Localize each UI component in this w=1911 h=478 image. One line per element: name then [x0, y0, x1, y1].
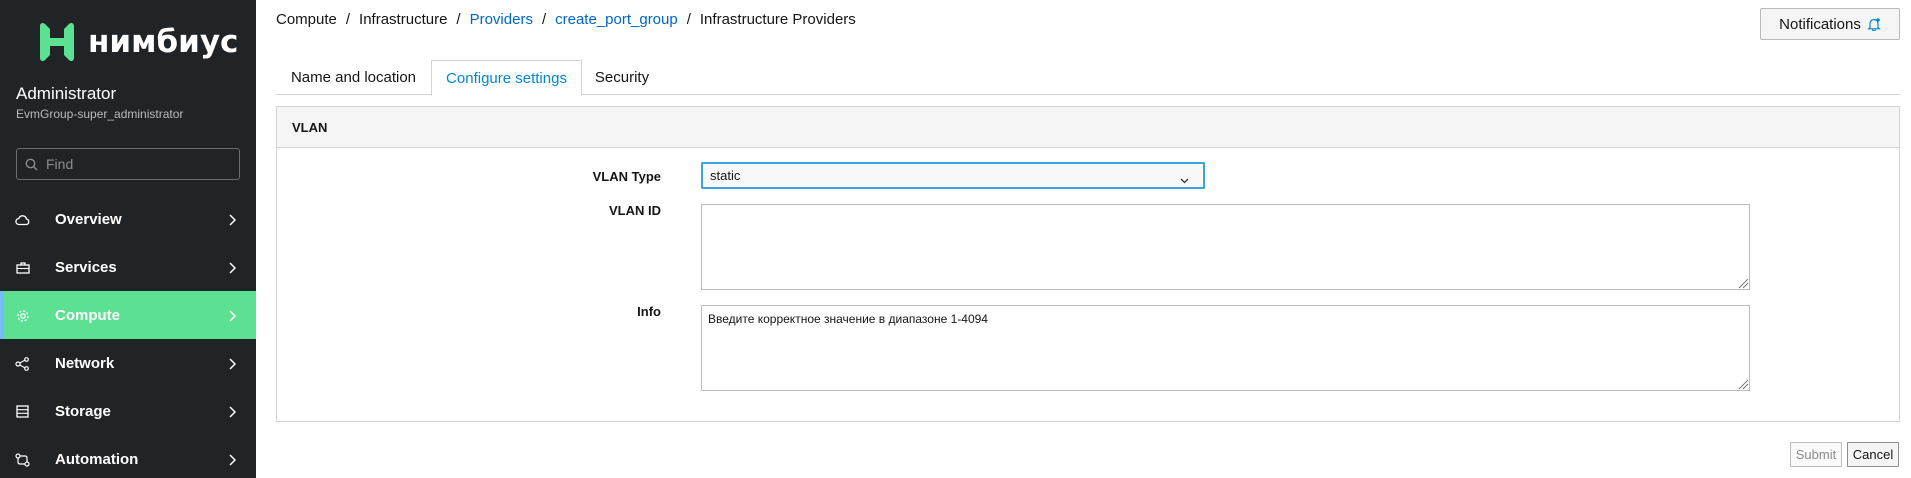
breadcrumb-separator: /	[456, 11, 461, 28]
breadcrumb-item-compute: Compute	[276, 11, 337, 28]
cloud-icon	[15, 212, 30, 227]
notifications-label: Notifications	[1779, 15, 1861, 33]
breadcrumb-separator: /	[541, 11, 547, 28]
chevron-right-icon	[228, 405, 237, 422]
bell-icon	[1867, 18, 1881, 31]
breadcrumb-separator: /	[345, 11, 351, 28]
nav-label-automation: Automation	[55, 450, 139, 468]
nav-item-compute[interactable]: Compute	[0, 291, 256, 339]
nav-menu: Overview Services Compute Network Storag…	[0, 195, 256, 478]
notifications-button[interactable]: Notifications	[1760, 8, 1900, 40]
chevron-right-icon	[228, 261, 237, 278]
chevron-right-icon	[228, 213, 237, 230]
chevron-right-icon	[228, 357, 237, 374]
tab-security[interactable]: Security	[582, 60, 662, 95]
breadcrumb-separator: /	[686, 11, 691, 28]
cancel-button[interactable]: Cancel	[1847, 442, 1899, 467]
nav-label-network: Network	[55, 354, 115, 372]
vlan-panel: VLAN VLAN Type static VLAN ID Info Введи…	[276, 106, 1900, 422]
resize-handle-icon[interactable]	[1737, 378, 1749, 390]
resize-handle-icon[interactable]	[1737, 277, 1749, 289]
nav-label-storage: Storage	[55, 402, 111, 420]
vlan-id-field[interactable]	[701, 204, 1750, 290]
network-icon	[15, 356, 30, 371]
user-name[interactable]: Administrator	[16, 84, 116, 104]
tab-name-and-location[interactable]: Name and location	[276, 60, 431, 95]
nav-label-compute: Compute	[55, 306, 120, 324]
panel-title: VLAN	[277, 107, 1899, 148]
brand-name: нимбиус	[88, 24, 239, 60]
search-icon	[25, 158, 38, 170]
breadcrumb: Compute / Infrastructure / Providers / c…	[276, 11, 856, 28]
nav-item-storage[interactable]: Storage	[0, 387, 256, 435]
nimbius-logo-icon	[40, 22, 74, 62]
submit-button[interactable]: Submit	[1790, 442, 1842, 467]
vlan-type-label: VLAN Type	[592, 169, 661, 184]
breadcrumb-item-infrastructure: Infrastructure	[359, 11, 448, 28]
chevron-down-icon	[1180, 172, 1189, 187]
find-box	[16, 148, 240, 180]
tab-bar: Name and location Configure settings Sec…	[276, 60, 1900, 96]
nav-label-services: Services	[55, 258, 117, 276]
vlan-type-value: static	[710, 168, 741, 183]
breadcrumb-link-providers[interactable]: Providers	[470, 11, 533, 28]
breadcrumb-item-current: Infrastructure Providers	[699, 11, 856, 28]
nav-item-services[interactable]: Services	[0, 243, 256, 291]
database-icon	[15, 404, 30, 419]
tab-configure-settings[interactable]: Configure settings	[431, 60, 582, 96]
chevron-right-icon	[228, 453, 237, 470]
find-input[interactable]	[46, 156, 236, 172]
briefcase-icon	[15, 260, 30, 275]
info-label: Info	[637, 304, 661, 319]
info-field[interactable]: Введите корректное значение в диапазоне …	[701, 305, 1750, 391]
vlan-type-select[interactable]: static	[701, 162, 1205, 189]
nav-item-overview[interactable]: Overview	[0, 195, 256, 243]
automation-icon	[15, 452, 30, 467]
gear-icon	[15, 308, 30, 323]
nav-item-network[interactable]: Network	[0, 339, 256, 387]
brand-logo[interactable]: нимбиус	[34, 20, 238, 64]
user-group: EvmGroup-super_administrator	[16, 107, 184, 121]
chevron-right-icon	[228, 309, 237, 326]
breadcrumb-link-create-port-group[interactable]: create_port_group	[555, 11, 678, 28]
vlan-id-label: VLAN ID	[609, 203, 661, 218]
nav-label-overview: Overview	[55, 210, 122, 228]
nav-item-automation[interactable]: Automation	[0, 435, 256, 478]
sidebar: нимбиус Administrator EvmGroup-super_adm…	[0, 0, 256, 478]
